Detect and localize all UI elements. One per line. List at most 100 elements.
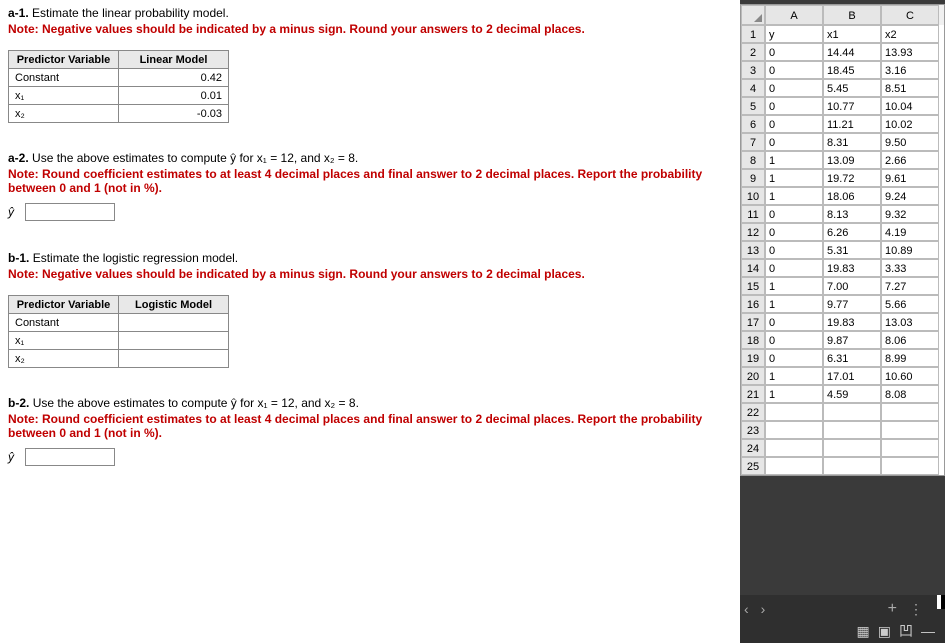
row-header[interactable]: 4	[741, 79, 765, 97]
row-header[interactable]: 25	[741, 457, 765, 475]
cell[interactable]: 10.89	[881, 241, 939, 259]
col-header-b[interactable]: B	[823, 5, 881, 25]
cell[interactable]: 4.19	[881, 223, 939, 241]
cell[interactable]: 0	[765, 205, 823, 223]
cell[interactable]	[881, 403, 939, 421]
cell[interactable]: 10.02	[881, 115, 939, 133]
row-header[interactable]: 20	[741, 367, 765, 385]
spreadsheet[interactable]: A B C 1yx1x22014.4413.933018.453.16405.4…	[740, 4, 945, 476]
cell[interactable]: 5.66	[881, 295, 939, 313]
row-header[interactable]: 3	[741, 61, 765, 79]
cell[interactable]: 0	[765, 97, 823, 115]
cell[interactable]: 5.45	[823, 79, 881, 97]
row-header[interactable]: 8	[741, 151, 765, 169]
cell[interactable]: 0	[765, 241, 823, 259]
save-icon[interactable]: 凹	[899, 621, 913, 641]
b1-r2-input[interactable]	[119, 350, 229, 368]
cell[interactable]	[765, 421, 823, 439]
cell[interactable]: 10.77	[823, 97, 881, 115]
cell[interactable]: 1	[765, 295, 823, 313]
select-all-corner[interactable]	[741, 5, 765, 25]
cell[interactable]: x2	[881, 25, 939, 43]
b1-r0-input[interactable]	[119, 314, 229, 332]
b2-yhat-input[interactable]	[25, 448, 115, 466]
row-header[interactable]: 9	[741, 169, 765, 187]
cell[interactable]	[823, 439, 881, 457]
more-icon[interactable]: ⋮	[909, 601, 923, 618]
cell[interactable]: 13.03	[881, 313, 939, 331]
cell[interactable]	[881, 457, 939, 475]
row-header[interactable]: 5	[741, 97, 765, 115]
col-header-a[interactable]: A	[765, 5, 823, 25]
cell[interactable]: 4.59	[823, 385, 881, 403]
cell[interactable]: 14.44	[823, 43, 881, 61]
cell[interactable]: 0	[765, 61, 823, 79]
row-header[interactable]: 11	[741, 205, 765, 223]
row-header[interactable]: 17	[741, 313, 765, 331]
cell[interactable]: 9.61	[881, 169, 939, 187]
row-header[interactable]: 19	[741, 349, 765, 367]
grid-view-icon[interactable]: ▦	[857, 623, 870, 640]
cell[interactable]: 6.26	[823, 223, 881, 241]
row-header[interactable]: 23	[741, 421, 765, 439]
cell[interactable]: 1	[765, 187, 823, 205]
cell[interactable]: 0	[765, 43, 823, 61]
cell[interactable]	[765, 457, 823, 475]
cell[interactable]: 7.27	[881, 277, 939, 295]
cell[interactable]: 8.06	[881, 331, 939, 349]
row-header[interactable]: 15	[741, 277, 765, 295]
zoom-dash-icon[interactable]: —	[921, 623, 935, 639]
cell[interactable]: 3.33	[881, 259, 939, 277]
cell[interactable]: 19.83	[823, 313, 881, 331]
cell[interactable]: 9.32	[881, 205, 939, 223]
cell[interactable]: 7.00	[823, 277, 881, 295]
row-header[interactable]: 13	[741, 241, 765, 259]
cell[interactable]	[881, 439, 939, 457]
cell[interactable]	[823, 403, 881, 421]
row-header[interactable]: 24	[741, 439, 765, 457]
cell[interactable]	[765, 439, 823, 457]
cell[interactable]: 10.04	[881, 97, 939, 115]
a1-r0-input[interactable]: 0.42	[119, 69, 229, 87]
row-header[interactable]: 2	[741, 43, 765, 61]
cell[interactable]: 11.21	[823, 115, 881, 133]
cell[interactable]: 17.01	[823, 367, 881, 385]
row-header[interactable]: 10	[741, 187, 765, 205]
cell[interactable]: 8.31	[823, 133, 881, 151]
cell[interactable]	[765, 403, 823, 421]
cell[interactable]: 10.60	[881, 367, 939, 385]
cell[interactable]: 1	[765, 151, 823, 169]
row-header[interactable]: 7	[741, 133, 765, 151]
row-header[interactable]: 12	[741, 223, 765, 241]
a1-r2-input[interactable]: -0.03	[119, 105, 229, 123]
cell[interactable]: 18.45	[823, 61, 881, 79]
cell[interactable]: 9.77	[823, 295, 881, 313]
cell[interactable]: 1	[765, 169, 823, 187]
cell[interactable]: 9.24	[881, 187, 939, 205]
nav-next-icon[interactable]: ›	[761, 601, 766, 617]
cell[interactable]: 13.93	[881, 43, 939, 61]
cell[interactable]: 1	[765, 385, 823, 403]
cell[interactable]	[823, 457, 881, 475]
cell[interactable]: 0	[765, 259, 823, 277]
cell[interactable]: 13.09	[823, 151, 881, 169]
row-header[interactable]: 1	[741, 25, 765, 43]
row-header[interactable]: 18	[741, 331, 765, 349]
cell[interactable]: 19.72	[823, 169, 881, 187]
nav-prev-icon[interactable]: ‹	[744, 601, 749, 617]
cell[interactable]: 5.31	[823, 241, 881, 259]
cell[interactable]: 0	[765, 313, 823, 331]
cell[interactable]: 9.50	[881, 133, 939, 151]
cell[interactable]: 3.16	[881, 61, 939, 79]
row-header[interactable]: 21	[741, 385, 765, 403]
row-header[interactable]: 6	[741, 115, 765, 133]
row-header[interactable]: 14	[741, 259, 765, 277]
cell[interactable]: 0	[765, 349, 823, 367]
cell[interactable]: 8.08	[881, 385, 939, 403]
cell[interactable]: 8.51	[881, 79, 939, 97]
cell[interactable]: 0	[765, 79, 823, 97]
cell[interactable]: 1	[765, 277, 823, 295]
col-header-c[interactable]: C	[881, 5, 939, 25]
cell[interactable]: x1	[823, 25, 881, 43]
cell[interactable]: 0	[765, 115, 823, 133]
